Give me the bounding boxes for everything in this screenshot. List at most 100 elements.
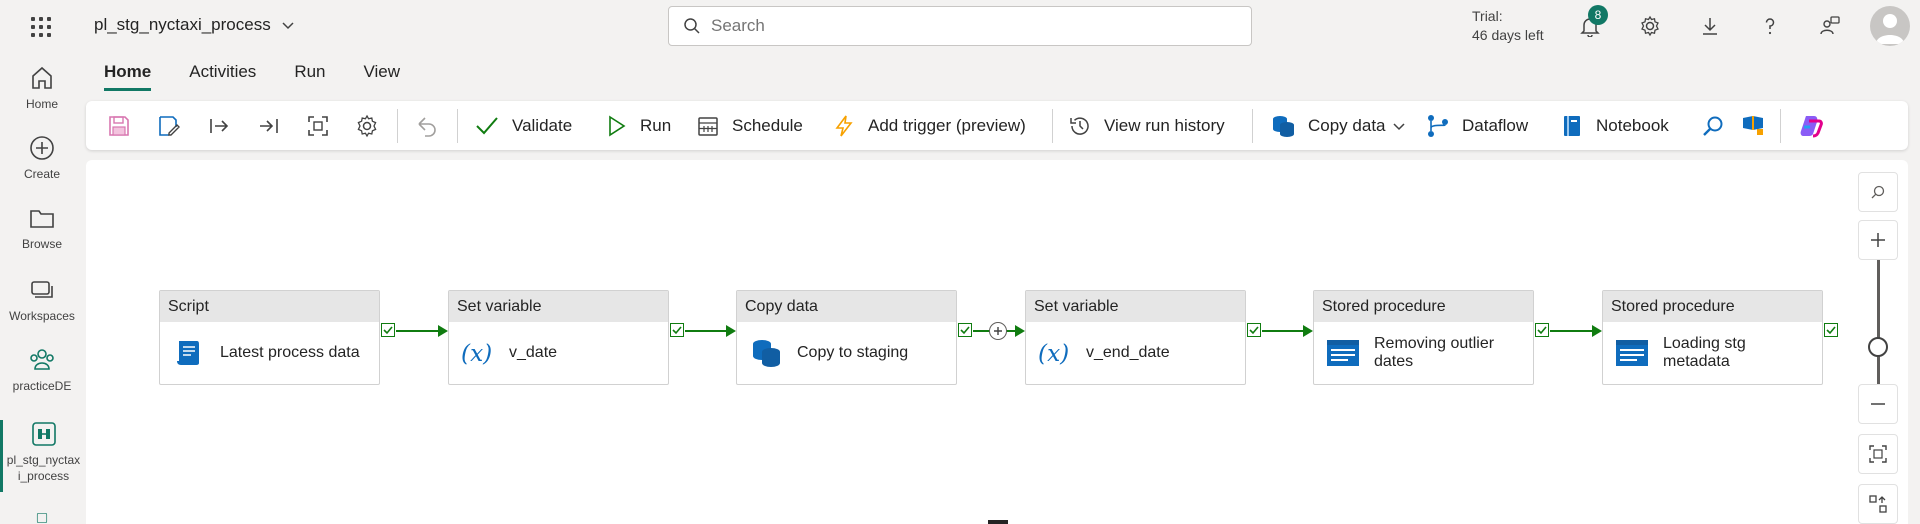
lightning-icon — [835, 115, 853, 137]
search-input[interactable] — [711, 16, 1211, 36]
tab-home[interactable]: Home — [104, 62, 152, 91]
activity-name: v_date — [509, 344, 558, 361]
checkmark-icon — [476, 117, 498, 135]
tab-activities[interactable]: Activities — [189, 62, 256, 91]
chevron-down-icon — [1392, 123, 1405, 131]
app-launcher-icon[interactable] — [28, 14, 54, 40]
settings-button[interactable] — [1634, 10, 1666, 42]
rail-item-practicede[interactable]: practiceDE — [0, 346, 84, 394]
success-port-icon[interactable] — [1535, 323, 1549, 337]
activity-stored-procedure-metadata[interactable]: Stored procedure Loading stg metadata — [1602, 290, 1823, 385]
save-as-button[interactable] — [156, 113, 182, 139]
tab-run[interactable]: Run — [294, 62, 325, 91]
rail-item-more[interactable] — [0, 512, 84, 524]
pipeline-settings-button[interactable] — [354, 113, 380, 139]
fit-screen-icon — [1869, 445, 1887, 463]
rail-item-workspaces[interactable]: Workspaces — [0, 276, 84, 324]
success-port-icon[interactable] — [670, 323, 684, 337]
help-icon — [1765, 18, 1775, 35]
toolbar-divider — [1052, 109, 1053, 143]
add-activity-button[interactable] — [989, 322, 1007, 340]
copy-data-dropdown[interactable]: Copy data — [1270, 111, 1406, 141]
help-button[interactable] — [1754, 10, 1786, 42]
validate-label: Validate — [512, 116, 573, 135]
activity-name: Loading stg metadata — [1663, 335, 1746, 370]
svg-text:(x): (x) — [461, 340, 492, 367]
activity-name: Copy to staging — [797, 344, 909, 361]
zoom-in-button[interactable] — [1858, 220, 1898, 260]
lookup-button[interactable] — [1700, 113, 1726, 139]
pipeline-icon — [31, 422, 56, 446]
play-icon — [609, 115, 626, 137]
zoom-slider-track[interactable] — [1877, 260, 1880, 390]
rail-item-home[interactable]: Home — [0, 64, 84, 112]
tab-view[interactable]: View — [364, 62, 401, 91]
stored-procedure-icon — [1326, 336, 1360, 370]
connector-line — [1550, 330, 1593, 332]
validate-button[interactable]: Validate — [474, 111, 572, 141]
copy-data-icon — [749, 336, 783, 370]
notification-count-badge: 8 — [1588, 5, 1608, 25]
import-button[interactable] — [256, 113, 282, 139]
notebook-button[interactable]: Notebook — [1560, 111, 1669, 141]
success-port-icon[interactable] — [958, 323, 972, 337]
run-label: Run — [640, 116, 672, 135]
rail-item-current-pipeline[interactable]: pl_stg_nyctaxi_process — [0, 420, 84, 492]
auto-align-button[interactable] — [1858, 484, 1898, 524]
copilot-button[interactable] — [1798, 113, 1824, 139]
gear-icon — [1641, 15, 1659, 37]
fit-to-screen-button[interactable] — [1858, 434, 1898, 474]
download-button[interactable] — [1694, 10, 1726, 42]
trial-status[interactable]: Trial: 46 days left — [1472, 7, 1544, 45]
activity-script[interactable]: Script Latest process data — [159, 290, 380, 385]
activity-set-variable[interactable]: Set variable (x) v_date — [448, 290, 669, 385]
rail-item-label: pl_stg_nyctaxi_process — [6, 453, 81, 483]
search-box[interactable] — [668, 6, 1252, 46]
rail-item-create[interactable]: Create — [0, 134, 84, 182]
zoom-out-button[interactable] — [1858, 384, 1898, 424]
people-feedback-icon — [1820, 16, 1840, 35]
run-button[interactable]: Run — [604, 111, 671, 141]
share-feedback-button[interactable] — [1814, 10, 1846, 42]
zoom-slider-thumb[interactable] — [1868, 337, 1888, 357]
toolbar-divider — [1252, 109, 1253, 143]
teams-activity-button[interactable] — [1740, 113, 1766, 139]
ribbon-toolbar: Validate Run Schedule Add trigger (previ… — [86, 101, 1908, 150]
avatar[interactable] — [1870, 6, 1910, 46]
view-run-history-button[interactable]: View run history — [1068, 111, 1225, 141]
connector-line — [685, 330, 727, 332]
fit-view-button[interactable] — [305, 113, 331, 139]
schedule-button[interactable]: Schedule — [696, 111, 803, 141]
copilot-icon — [1800, 116, 1823, 138]
arrow-export-icon — [210, 119, 229, 133]
item-title: pl_stg_nyctaxi_process — [94, 15, 271, 34]
activity-copy-data[interactable]: Copy data Copy to staging — [736, 290, 957, 385]
folder-icon — [30, 210, 54, 228]
variable-icon: (x) — [1038, 336, 1072, 370]
activity-stored-procedure-outliers[interactable]: Stored procedure Removing outlier dates — [1313, 290, 1534, 385]
layout-icon — [1869, 495, 1887, 513]
fit-screen-icon — [308, 116, 328, 136]
search-icon — [1703, 116, 1723, 136]
rail-item-browse[interactable]: Browse — [0, 204, 84, 252]
trial-days-left: 46 days left — [1472, 27, 1544, 43]
add-trigger-button[interactable]: Add trigger (preview) — [832, 111, 1026, 141]
dataflow-button[interactable]: Dataflow — [1426, 111, 1528, 141]
plus-icon — [994, 327, 1002, 335]
activity-set-variable-end-date[interactable]: Set variable (x) v_end_date — [1025, 290, 1246, 385]
activity-type: Stored procedure — [1314, 291, 1533, 322]
toolbar-divider — [397, 109, 398, 143]
export-button[interactable] — [206, 113, 232, 139]
canvas-search-button[interactable] — [1858, 172, 1898, 212]
item-title-dropdown[interactable]: pl_stg_nyctaxi_process — [94, 15, 295, 35]
success-port-icon[interactable] — [1824, 323, 1838, 337]
save-button[interactable] — [106, 113, 132, 139]
horizontal-scroll-handle[interactable] — [988, 520, 1008, 524]
success-port-icon[interactable] — [381, 323, 395, 337]
arrow-head-icon — [438, 325, 448, 337]
undo-icon — [418, 117, 436, 137]
undo-button[interactable] — [414, 113, 440, 139]
connector-line — [396, 330, 440, 332]
success-port-icon[interactable] — [1247, 323, 1261, 337]
rail-item-label: Workspaces — [9, 309, 75, 323]
